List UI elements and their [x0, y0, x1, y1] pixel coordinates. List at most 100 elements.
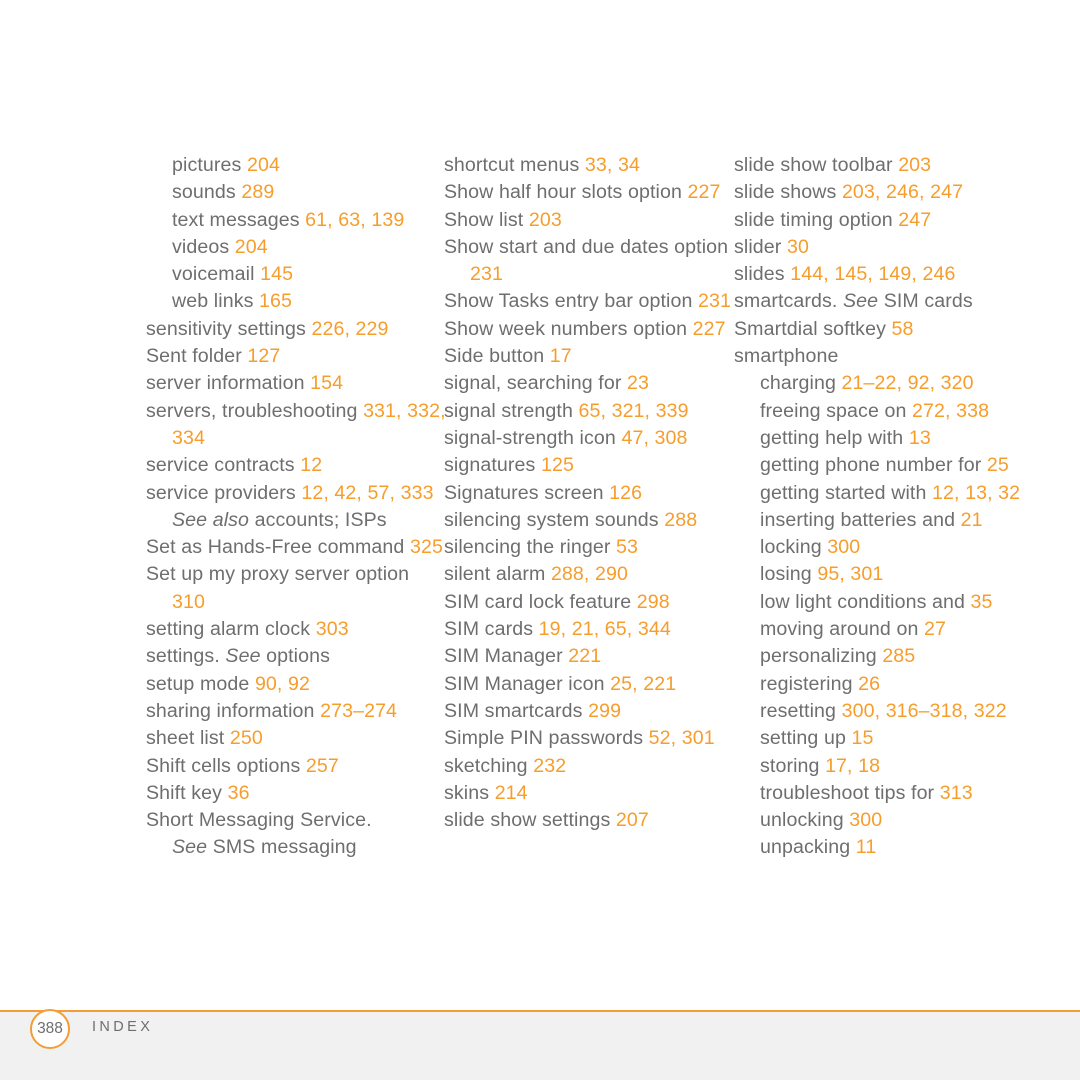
- index-entry: signal strength 65, 321, 339: [444, 398, 734, 425]
- index-page-refs: 27: [924, 618, 946, 641]
- index-term: Short Messaging Service.: [146, 809, 372, 832]
- index-page-refs: 298: [636, 590, 670, 613]
- index-entry: slide show toolbar 203: [734, 152, 1034, 179]
- index-term: pictures: [172, 154, 247, 176]
- index-page-refs: 126: [609, 481, 643, 504]
- index-page-refs: 36: [227, 781, 250, 804]
- index-page-refs: 47, 308: [621, 426, 688, 449]
- index-page-refs: 12: [300, 454, 323, 477]
- index-term: text messages: [172, 208, 306, 231]
- index-term: slide timing option: [734, 208, 899, 231]
- index-page-refs: 21: [960, 508, 983, 531]
- index-entry: Simple PIN passwords 52, 301: [444, 725, 734, 752]
- index-page-refs: 231: [698, 290, 732, 313]
- index-term: SIM cards: [444, 618, 539, 641]
- index-entry: smartcards. See SIM cards: [734, 288, 1034, 315]
- index-page-refs: 23: [627, 372, 649, 395]
- index-entry: getting help with 13: [734, 425, 1034, 452]
- index-term: Signatures screen: [444, 481, 610, 504]
- index-term: SIM Manager: [444, 645, 569, 668]
- index-term: shortcut menus: [444, 154, 585, 176]
- index-entry: shortcut menus 33, 34: [444, 152, 734, 179]
- index-term: inserting batteries and: [760, 508, 961, 531]
- index-term: Shift cells options: [146, 754, 306, 777]
- index-entry: settings. See options: [146, 643, 446, 670]
- index-entry: smartphone: [734, 343, 1034, 370]
- index-page-refs: 127: [247, 345, 281, 368]
- index-page-refs: 227: [692, 317, 726, 340]
- index-term: Show start and due dates option: [444, 235, 729, 258]
- index-term: sensitivity settings: [146, 317, 312, 340]
- index-entry: setting up 15: [734, 725, 1034, 752]
- index-page-refs: 221: [568, 645, 602, 668]
- index-page-refs: 273–274: [320, 699, 398, 722]
- index-entry: Shift key 36: [146, 780, 446, 807]
- index-page-refs: 53: [616, 536, 639, 559]
- index-entry: unpacking 11: [734, 834, 1034, 861]
- index-page-refs: 26: [858, 672, 881, 695]
- index-page-refs: 300: [849, 809, 883, 832]
- index-entry: getting phone number for 25: [734, 452, 1034, 479]
- index-page-refs: 226, 229: [311, 317, 389, 340]
- index-column-1: pictures 204 sounds 289 text messages 61, …: [146, 152, 446, 862]
- index-page-refs: 35: [970, 590, 993, 613]
- index-term: moving around on: [760, 618, 924, 641]
- index-page-refs: 12, 13, 32: [932, 481, 1021, 504]
- index-entry: charging 21–22, 92, 320: [734, 370, 1034, 397]
- index-page-refs: 25, 221: [610, 672, 677, 695]
- index-entry: Set up my proxy server option 310: [146, 561, 446, 616]
- index-entry: Show Tasks entry bar option 231: [444, 288, 734, 315]
- see-reference: See also: [172, 508, 250, 531]
- index-term: Show Tasks entry bar option: [444, 290, 699, 313]
- index-page: pictures 204 sounds 289 text messages 61, …: [0, 0, 1080, 1080]
- index-term: Set up my proxy server option: [146, 563, 410, 586]
- index-entry: sketching 232: [444, 753, 734, 780]
- index-entry: service contracts 12: [146, 452, 446, 479]
- index-entry: See also accounts; ISPs: [146, 507, 446, 534]
- index-term: web links: [172, 290, 260, 313]
- index-term: sheet list: [146, 727, 230, 750]
- index-entry: sensitivity settings 226, 229: [146, 316, 446, 343]
- index-term: silencing system sounds: [444, 508, 665, 531]
- index-page-refs: 17: [549, 345, 572, 368]
- index-entry: SIM Manager icon 25, 221: [444, 671, 734, 698]
- index-entry: slide timing option 247: [734, 207, 1034, 234]
- index-entry: text messages 61, 63, 139: [146, 207, 446, 234]
- index-entry: skins 214: [444, 780, 734, 807]
- index-page-refs: 204: [234, 235, 268, 258]
- index-term: slider: [734, 235, 787, 258]
- index-page-refs: 214: [494, 781, 528, 804]
- index-term: silent alarm: [444, 563, 551, 586]
- index-page-refs: 61, 63, 139: [305, 208, 405, 231]
- index-term: servers, troubleshooting: [146, 399, 364, 422]
- index-entry: low light conditions and 35: [734, 589, 1034, 616]
- index-page-refs: 325: [409, 536, 443, 559]
- index-page-refs: 203: [528, 208, 562, 231]
- index-term: Sent folder: [146, 345, 248, 368]
- index-term: slide shows: [734, 181, 842, 204]
- index-term: videos: [172, 235, 235, 258]
- index-page-refs: 154: [310, 372, 344, 395]
- index-page-refs: 285: [882, 645, 916, 668]
- see-reference: See: [172, 836, 208, 859]
- index-page-refs: 303: [315, 618, 349, 641]
- index-page-refs: 299: [588, 699, 622, 722]
- index-page-refs: 300: [827, 536, 861, 559]
- index-term: slide show settings: [444, 809, 616, 832]
- index-term: Smartdial softkey: [734, 317, 892, 340]
- index-page-refs: 17, 18: [825, 754, 881, 777]
- index-entry: Short Messaging Service.: [146, 807, 446, 834]
- index-term: Simple PIN passwords: [444, 727, 649, 750]
- index-entry: slide shows 203, 246, 247: [734, 179, 1034, 206]
- index-term: service contracts: [146, 454, 301, 477]
- index-term: SIM smartcards: [444, 699, 589, 722]
- index-entry: SIM card lock feature 298: [444, 589, 734, 616]
- index-page-refs: 95, 301: [817, 563, 884, 586]
- index-page-refs: 65, 321, 339: [578, 399, 689, 422]
- index-entry: slider 30: [734, 234, 1034, 261]
- index-entry: Signatures screen 126: [444, 480, 734, 507]
- index-term: service providers: [146, 481, 302, 504]
- index-page-refs: 58: [891, 317, 914, 340]
- index-term: slide show toolbar: [734, 154, 899, 176]
- index-entry: Smartdial softkey 58: [734, 316, 1034, 343]
